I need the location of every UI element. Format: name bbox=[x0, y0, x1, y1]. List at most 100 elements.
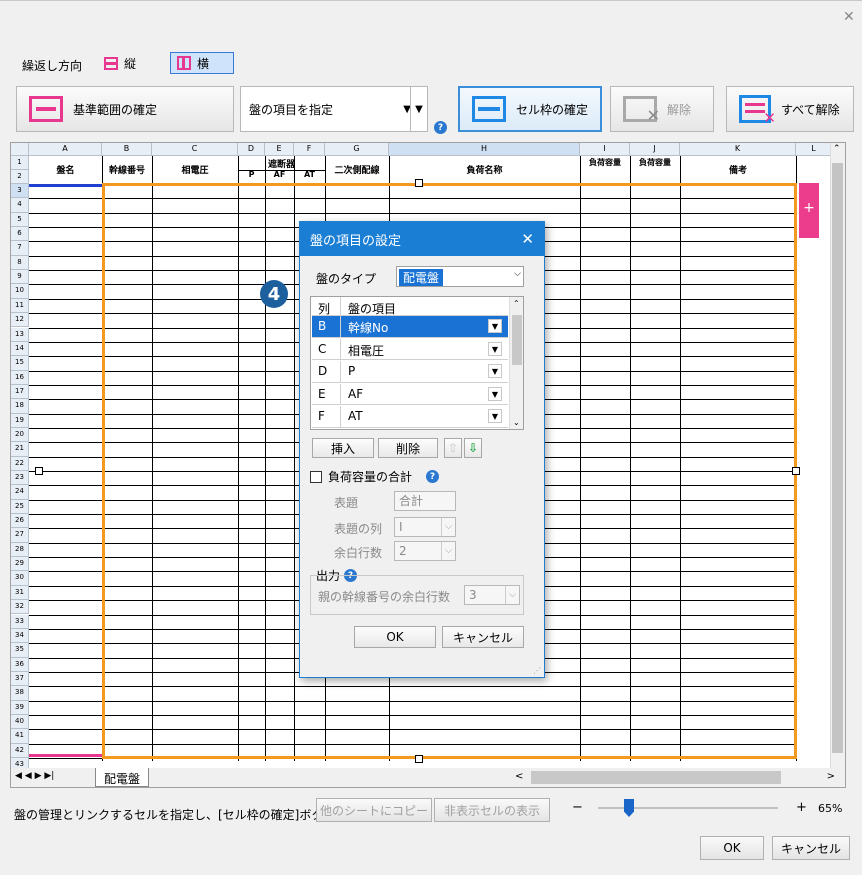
row-header[interactable]: 2 bbox=[11, 170, 29, 184]
row-header[interactable]: 15 bbox=[11, 356, 29, 371]
sum-capacity-option[interactable]: 負荷容量の合計 ? bbox=[310, 468, 440, 485]
chevron-down-icon[interactable]: ▼ bbox=[488, 341, 502, 356]
parent-blank-rows-select[interactable]: 3 ⌵ bbox=[464, 585, 520, 605]
row-header[interactable]: 13 bbox=[11, 327, 29, 342]
row-header[interactable]: 41 bbox=[11, 729, 29, 744]
release-button[interactable]: 解除 bbox=[610, 86, 714, 132]
scroll-left-icon[interactable]: < bbox=[515, 771, 523, 782]
list-item[interactable]: D P ▼ bbox=[312, 361, 508, 383]
row-header[interactable]: 6 bbox=[11, 227, 29, 242]
scroll-up-icon[interactable]: ⌃ bbox=[833, 144, 841, 154]
zoom-slider-thumb[interactable] bbox=[624, 799, 634, 817]
panel-type-select[interactable]: 配電盤 ⌵ bbox=[396, 266, 524, 287]
row-header[interactable]: 20 bbox=[11, 427, 29, 443]
scroll-up-icon[interactable]: ⌃ bbox=[513, 299, 520, 308]
title-input[interactable]: 合計 bbox=[394, 491, 456, 511]
resize-handle-left[interactable] bbox=[35, 467, 43, 475]
chevron-down-icon[interactable]: ▼ bbox=[488, 364, 502, 378]
row-header[interactable]: 39 bbox=[11, 700, 29, 715]
col-header-k[interactable]: K bbox=[680, 143, 796, 156]
scrollbar-thumb[interactable] bbox=[832, 163, 843, 753]
dialog-cancel-button[interactable]: キャンセル bbox=[442, 626, 524, 648]
cancel-button[interactable]: キャンセル bbox=[772, 836, 850, 860]
title-column-select[interactable]: I ⌵ bbox=[394, 517, 456, 537]
list-item[interactable]: E AF ▼ bbox=[312, 383, 508, 405]
row-header[interactable]: 40 bbox=[11, 714, 29, 730]
row-header[interactable]: 16 bbox=[11, 370, 29, 385]
row-header[interactable]: 28 bbox=[11, 542, 29, 558]
dialog-ok-button[interactable]: OK bbox=[354, 626, 436, 648]
col-header-e[interactable]: E bbox=[265, 143, 294, 156]
row-header[interactable]: 29 bbox=[11, 557, 29, 572]
row-header[interactable]: 12 bbox=[11, 313, 29, 328]
add-repeat-button[interactable]: + bbox=[799, 183, 819, 238]
delete-button[interactable]: 削除 bbox=[378, 438, 438, 458]
cell-frame-confirm-button[interactable]: セル枠の確定 bbox=[458, 86, 602, 132]
insert-button[interactable]: 挿入 bbox=[312, 438, 374, 458]
copy-to-other-sheet-button[interactable]: 他のシートにコピー bbox=[316, 798, 432, 822]
row-header[interactable]: 4 bbox=[11, 198, 29, 213]
col-header-j[interactable]: J bbox=[630, 143, 680, 156]
chevron-down-icon[interactable]: ▼ bbox=[488, 386, 502, 401]
row-header[interactable]: 25 bbox=[11, 499, 29, 515]
list-item[interactable]: C 相電圧 ▼ bbox=[312, 338, 508, 360]
row-header[interactable]: 18 bbox=[11, 399, 29, 414]
row-header[interactable]: 9 bbox=[11, 270, 29, 285]
row-header[interactable]: 23 bbox=[11, 471, 29, 486]
col-header-l[interactable]: L bbox=[796, 143, 832, 156]
release-all-button[interactable]: すべて解除 bbox=[726, 86, 854, 132]
row-header[interactable]: 14 bbox=[11, 341, 29, 357]
list-item[interactable]: F AT ▼ bbox=[312, 406, 508, 428]
col-header-f[interactable]: F bbox=[294, 143, 325, 156]
list-item[interactable]: B 幹線No ▼ bbox=[312, 316, 508, 338]
move-down-icon[interactable]: ⇩ bbox=[464, 438, 482, 458]
row-header[interactable]: 5 bbox=[11, 212, 29, 228]
row-header[interactable]: 8 bbox=[11, 255, 29, 271]
row-header[interactable]: 42 bbox=[11, 743, 29, 758]
sheet-tab-distribution[interactable]: 配電盤 bbox=[95, 768, 150, 787]
chevron-down-icon[interactable]: ▼ bbox=[488, 319, 502, 333]
col-header-i[interactable]: I bbox=[580, 143, 630, 156]
col-header-h[interactable]: H bbox=[389, 143, 580, 156]
scroll-down-icon[interactable]: ⌄ bbox=[513, 418, 520, 427]
row-header[interactable]: 17 bbox=[11, 384, 29, 400]
row-header[interactable]: 27 bbox=[11, 528, 29, 543]
row-header[interactable]: 1 bbox=[11, 156, 29, 170]
base-range-confirm-button[interactable]: 基準範囲の確定 bbox=[16, 86, 234, 132]
row-header[interactable]: 34 bbox=[11, 628, 29, 644]
vertical-scrollbar[interactable]: ⌃ bbox=[830, 143, 845, 769]
show-hidden-cells-button[interactable]: 非表示セルの表示 bbox=[434, 798, 550, 822]
panel-items-list[interactable]: 列 盤の項目 B 幹線No ▼ C 相電圧 ▼ D P ▼ E AF ▼ F AT ▼ ⌃ ⌄ bbox=[310, 296, 524, 430]
panel-item-select[interactable]: 盤の項目を指定 ▼ bbox=[240, 86, 418, 132]
direction-vertical-option[interactable]: 縦 bbox=[104, 52, 136, 74]
list-scrollbar-thumb[interactable] bbox=[512, 315, 522, 365]
panel-item-dropdown-button[interactable]: ▼ bbox=[410, 86, 428, 132]
sheet-nav-icons[interactable]: ◀ ◀ ▶ ▶| bbox=[15, 771, 54, 781]
move-up-icon[interactable]: ⇧ bbox=[444, 438, 462, 458]
sum-capacity-checkbox[interactable] bbox=[310, 470, 322, 483]
col-header-c[interactable]: C bbox=[152, 143, 238, 156]
row-header[interactable]: 32 bbox=[11, 600, 29, 615]
col-header-d[interactable]: D bbox=[238, 143, 265, 156]
resize-grip-icon[interactable]: ⋰ bbox=[533, 666, 541, 675]
scroll-right-icon[interactable]: > bbox=[827, 771, 835, 782]
col-header-a[interactable]: A bbox=[29, 143, 102, 156]
blank-rows-select[interactable]: 2 ⌵ bbox=[394, 541, 456, 561]
row-header[interactable]: 36 bbox=[11, 657, 29, 672]
row-header[interactable]: 21 bbox=[11, 442, 29, 457]
horizontal-scrollbar-thumb[interactable] bbox=[531, 771, 781, 784]
resize-handle-top[interactable] bbox=[415, 179, 423, 187]
row-header[interactable]: 26 bbox=[11, 514, 29, 529]
row-header[interactable]: 31 bbox=[11, 585, 29, 601]
row-header[interactable]: 35 bbox=[11, 643, 29, 658]
row-header[interactable]: 3 bbox=[11, 184, 29, 199]
ok-button[interactable]: OK bbox=[700, 836, 764, 860]
row-header[interactable]: 30 bbox=[11, 571, 29, 586]
row-header[interactable]: 10 bbox=[11, 284, 29, 299]
row-header[interactable]: 37 bbox=[11, 671, 29, 687]
row-header[interactable]: 19 bbox=[11, 413, 29, 428]
zoom-in-button[interactable]: + bbox=[796, 800, 807, 815]
row-header[interactable]: 11 bbox=[11, 298, 29, 314]
help-icon[interactable]: ? bbox=[426, 470, 440, 483]
help-icon[interactable]: ? bbox=[434, 121, 447, 134]
